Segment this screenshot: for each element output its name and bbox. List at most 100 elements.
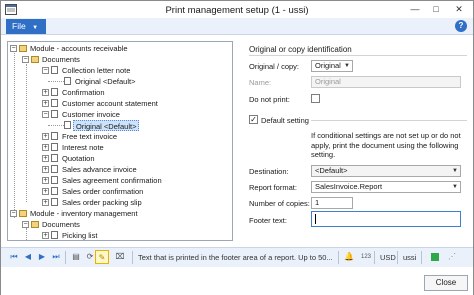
tree-item-sales-agreement-confirmation[interactable]: Sales agreement confirmation bbox=[62, 175, 162, 186]
document-icon bbox=[51, 88, 58, 96]
folder-icon bbox=[19, 45, 27, 52]
file-menu-button[interactable]: File ▼ bbox=[6, 19, 46, 34]
tree-line bbox=[48, 125, 64, 126]
resize-grip-icon[interactable]: ⋰ bbox=[447, 252, 457, 262]
chevron-down-icon: ▼ bbox=[452, 184, 458, 190]
tree-item-picking-list[interactable]: Picking list bbox=[62, 230, 97, 240]
name-field[interactable]: Original bbox=[311, 76, 461, 88]
footer-text-field[interactable] bbox=[311, 211, 461, 227]
expand-toggle[interactable]: + bbox=[42, 133, 49, 140]
last-record-icon[interactable]: ⏭ bbox=[51, 252, 61, 262]
expand-toggle[interactable]: + bbox=[42, 177, 49, 184]
document-icon bbox=[64, 121, 71, 129]
collapse-toggle[interactable]: − bbox=[10, 45, 17, 52]
tree-item-sales-order-confirmation[interactable]: Sales order confirmation bbox=[62, 186, 143, 197]
minimize-button[interactable]: — bbox=[406, 3, 424, 15]
default-setting-label: Default setting bbox=[261, 116, 309, 125]
folder-icon bbox=[31, 56, 39, 63]
tree-item-original-default-selected[interactable]: Original <Default> bbox=[73, 120, 140, 131]
expand-toggle[interactable]: + bbox=[42, 100, 49, 107]
copies-label: Number of copies: bbox=[249, 199, 310, 208]
tree-item-sales-advance-invoice[interactable]: Sales advance invoice bbox=[62, 164, 137, 175]
expand-toggle[interactable]: + bbox=[42, 155, 49, 162]
collapse-toggle[interactable]: − bbox=[22, 56, 29, 63]
collapse-toggle[interactable]: − bbox=[22, 221, 29, 228]
tree-line bbox=[14, 53, 15, 218]
expand-toggle[interactable]: + bbox=[42, 166, 49, 173]
folder-icon bbox=[31, 221, 39, 228]
report-format-select[interactable]: SalesInvoice.Report ▼ bbox=[311, 181, 461, 193]
document-icon bbox=[51, 143, 58, 151]
notification-bell-icon[interactable]: 🔔 bbox=[344, 252, 354, 262]
status-message: Text that is printed in the footer area … bbox=[138, 253, 333, 262]
maximize-button[interactable]: □ bbox=[427, 3, 445, 15]
tree-item-customer-invoice[interactable]: Customer invoice bbox=[62, 109, 120, 120]
status-green-icon bbox=[431, 253, 439, 261]
name-label: Name: bbox=[249, 78, 272, 87]
document-tree[interactable]: − Module - accounts receivable − Documen… bbox=[7, 41, 233, 241]
collapse-toggle[interactable]: − bbox=[42, 111, 49, 118]
tree-item-module-ar[interactable]: Module - accounts receivable bbox=[30, 43, 128, 54]
file-menu-label: File bbox=[12, 21, 26, 31]
chevron-down-icon: ▼ bbox=[452, 168, 458, 174]
copies-field[interactable]: 1 bbox=[311, 197, 353, 209]
tree-item-confirmation[interactable]: Confirmation bbox=[62, 87, 105, 98]
default-setting-info: If conditional settings are not set up o… bbox=[311, 131, 461, 159]
footer-text-label: Footer text: bbox=[249, 216, 287, 225]
default-setting-checkbox[interactable]: ✓ bbox=[249, 115, 258, 124]
document-icon bbox=[64, 77, 71, 85]
divider bbox=[249, 55, 467, 56]
document-icon bbox=[51, 110, 58, 118]
number-sequence-icon[interactable]: 123 bbox=[361, 252, 371, 262]
expand-toggle[interactable]: + bbox=[42, 144, 49, 151]
document-icon bbox=[51, 99, 58, 107]
tree-line bbox=[26, 64, 27, 202]
divider bbox=[311, 120, 467, 121]
help-icon[interactable]: ? bbox=[455, 20, 467, 32]
report-format-value: SalesInvoice.Report bbox=[315, 182, 383, 191]
close-button[interactable]: Close bbox=[424, 275, 468, 291]
currency-indicator[interactable]: USD bbox=[380, 253, 396, 262]
first-record-icon[interactable]: ⏮ bbox=[9, 252, 19, 262]
document-icon bbox=[51, 165, 58, 173]
previous-record-icon[interactable]: ◀ bbox=[23, 252, 33, 262]
tree-item-collection-letter-note[interactable]: Collection letter note bbox=[62, 65, 130, 76]
section-title: Original or copy identification bbox=[249, 45, 352, 54]
divider bbox=[132, 251, 133, 264]
close-window-button[interactable]: ✕ bbox=[450, 3, 468, 15]
company-indicator[interactable]: ussi bbox=[403, 253, 416, 262]
document-icon bbox=[51, 176, 58, 184]
expand-toggle[interactable]: + bbox=[42, 232, 49, 239]
collapse-toggle[interactable]: − bbox=[42, 67, 49, 74]
chevron-down-icon: ▼ bbox=[32, 25, 39, 31]
tree-item-sales-order-packing-slip[interactable]: Sales order packing slip bbox=[62, 197, 142, 208]
collapse-toggle[interactable]: − bbox=[10, 210, 17, 217]
edit-pencil-icon[interactable]: ✎ bbox=[95, 250, 109, 264]
tree-item-free-text-invoice[interactable]: Free text invoice bbox=[62, 131, 117, 142]
record-info-icon[interactable]: ▤ bbox=[71, 252, 81, 262]
tree-line bbox=[26, 228, 27, 240]
tree-item-documents-inventory[interactable]: Documents bbox=[42, 219, 80, 230]
folder-icon bbox=[19, 210, 27, 217]
tree-item-quotation[interactable]: Quotation bbox=[62, 153, 95, 164]
attachment-icon[interactable]: ⌧ bbox=[115, 252, 125, 262]
status-bar: ⏮ ◀ ▶ ⏭ ▤ ⟳ ✎ ⌧ Text that is printed in … bbox=[1, 247, 473, 267]
expand-toggle[interactable]: + bbox=[42, 89, 49, 96]
tree-item-original-default[interactable]: Original <Default> bbox=[75, 76, 135, 87]
divider bbox=[338, 251, 339, 264]
next-record-icon[interactable]: ▶ bbox=[37, 252, 47, 262]
text-cursor bbox=[315, 214, 316, 224]
tree-item-interest-note[interactable]: Interest note bbox=[62, 142, 104, 153]
document-icon bbox=[51, 187, 58, 195]
tree-item-module-inventory[interactable]: Module - inventory management bbox=[30, 208, 138, 219]
destination-field[interactable]: <Default> ▼ bbox=[311, 165, 461, 177]
expand-toggle[interactable]: + bbox=[42, 188, 49, 195]
tree-item-customer-account-statement[interactable]: Customer account statement bbox=[62, 98, 158, 109]
expand-toggle[interactable]: + bbox=[42, 199, 49, 206]
tree-item-documents-ar[interactable]: Documents bbox=[42, 54, 80, 65]
do-not-print-checkbox[interactable] bbox=[311, 94, 320, 103]
original-copy-select[interactable]: Original ▼ bbox=[311, 60, 353, 72]
divider bbox=[421, 251, 422, 264]
divider bbox=[65, 251, 66, 264]
refresh-icon[interactable]: ⟳ bbox=[85, 252, 95, 262]
